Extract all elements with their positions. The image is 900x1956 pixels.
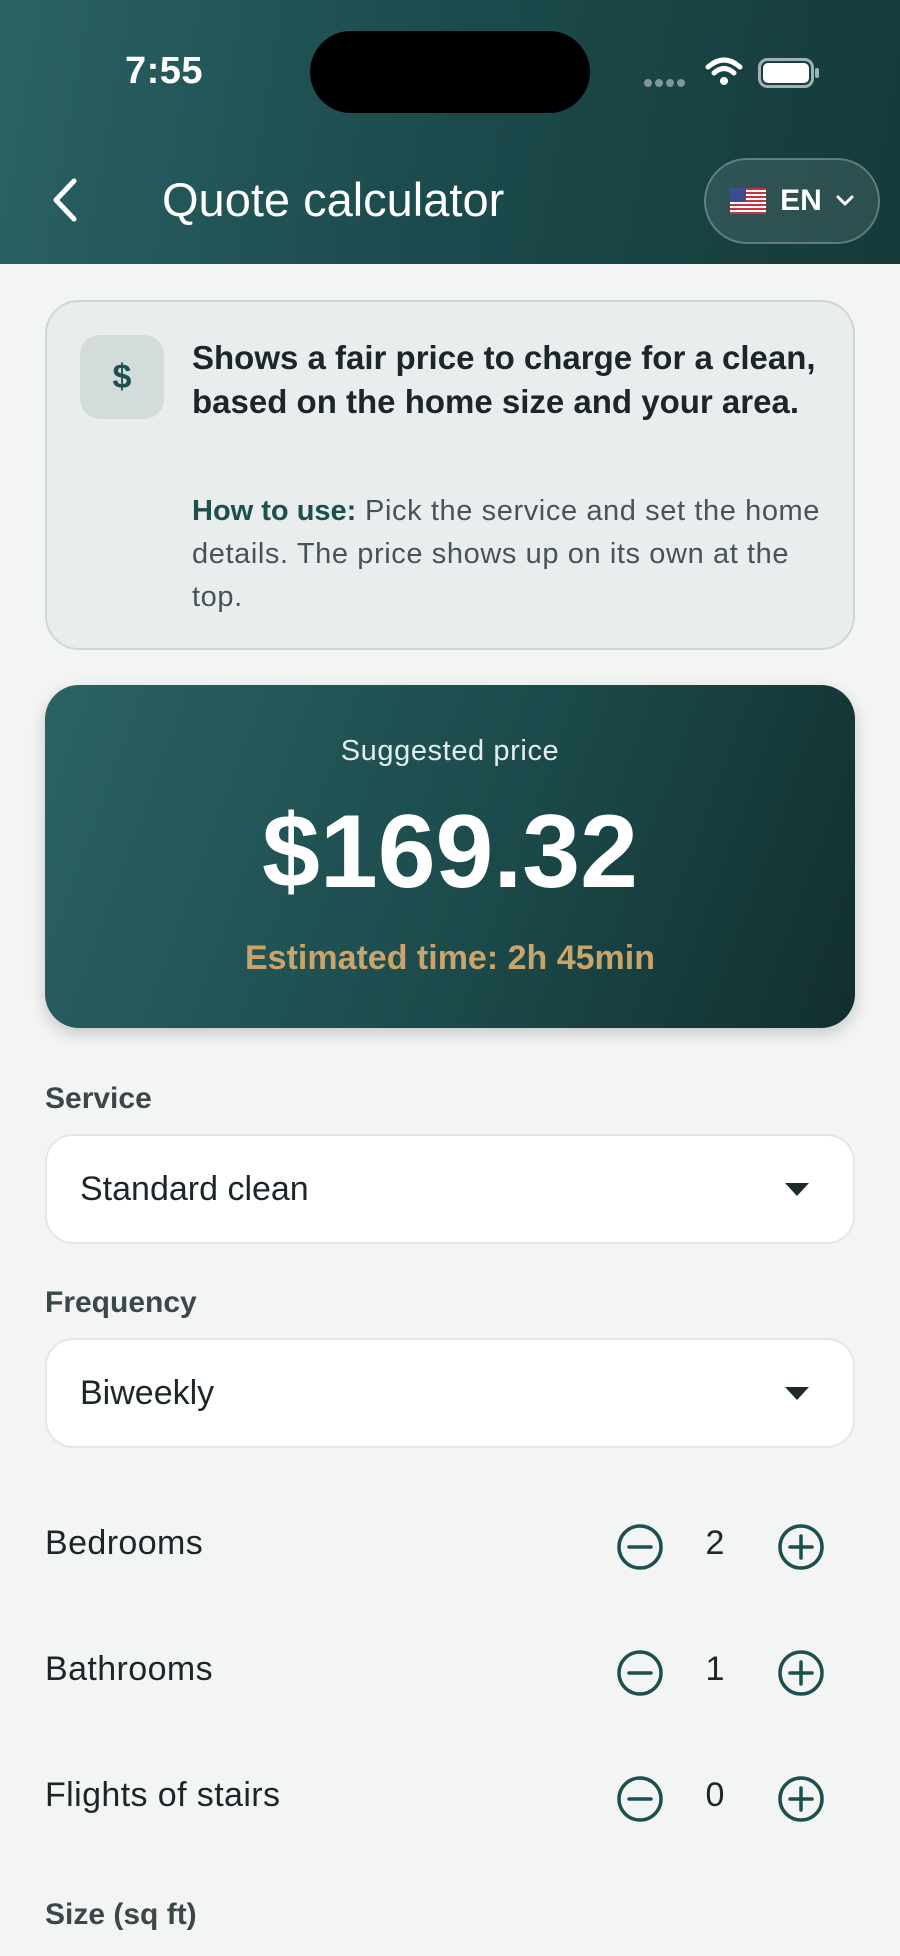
info-description: Shows a fair price to charge for a clean… bbox=[192, 339, 816, 420]
chevron-left-icon bbox=[53, 178, 77, 222]
caret-down-icon bbox=[785, 1183, 809, 1196]
minus-circle-icon[interactable] bbox=[615, 1774, 665, 1824]
back-button[interactable] bbox=[40, 170, 90, 230]
battery-icon bbox=[758, 58, 819, 88]
app-header: 7:55 Quote calculator EN bbox=[0, 0, 900, 264]
plus-circle-icon[interactable] bbox=[776, 1522, 826, 1572]
language-selector[interactable]: EN bbox=[704, 158, 880, 244]
info-howto: How to use: Pick the service and set the… bbox=[192, 490, 822, 619]
stepper-label: Bathrooms bbox=[45, 1650, 214, 1688]
estimated-time: Estimated time: 2h 45min bbox=[244, 939, 655, 977]
service-select[interactable]: Standard clean bbox=[45, 1134, 855, 1244]
frequency-label: Frequency bbox=[45, 1286, 197, 1319]
price-label: Suggested price bbox=[340, 735, 560, 767]
price-value: $169.32 bbox=[262, 794, 638, 910]
wifi-icon bbox=[705, 57, 743, 85]
minus-circle-icon[interactable] bbox=[615, 1522, 665, 1572]
service-label: Service bbox=[45, 1082, 152, 1115]
status-time: 7:55 bbox=[125, 50, 204, 92]
size-label: Size (sq ft) bbox=[45, 1898, 197, 1931]
stepper-bathrooms: Bathrooms 1 bbox=[45, 1638, 855, 1708]
plus-circle-icon[interactable] bbox=[776, 1774, 826, 1824]
stepper-value: 1 bbox=[705, 1650, 725, 1688]
stepper-value: 0 bbox=[705, 1776, 725, 1814]
page-title: Quote calculator bbox=[162, 173, 505, 226]
dollar-icon: $ bbox=[80, 335, 164, 419]
service-value: Standard clean bbox=[80, 1170, 309, 1208]
price-card: Suggested price $169.32 Estimated time: … bbox=[45, 685, 855, 1028]
plus-circle-icon[interactable] bbox=[776, 1648, 826, 1698]
language-label: EN bbox=[780, 184, 822, 217]
stepper-stairs: Flights of stairs 0 bbox=[45, 1764, 855, 1834]
caret-down-icon bbox=[785, 1387, 809, 1400]
dynamic-island bbox=[310, 31, 590, 113]
info-card: $ Shows a fair price to charge for a cle… bbox=[45, 300, 855, 650]
frequency-value: Biweekly bbox=[80, 1374, 215, 1412]
status-icons bbox=[640, 52, 825, 92]
stepper-label: Flights of stairs bbox=[45, 1776, 281, 1814]
minus-circle-icon[interactable] bbox=[615, 1648, 665, 1698]
frequency-select[interactable]: Biweekly bbox=[45, 1338, 855, 1448]
chevron-down-icon bbox=[836, 195, 854, 206]
stepper-label: Bedrooms bbox=[45, 1524, 204, 1562]
howto-label: How to use: bbox=[192, 495, 357, 527]
stepper-bedrooms: Bedrooms 2 bbox=[45, 1512, 855, 1582]
us-flag-icon bbox=[730, 188, 767, 214]
stepper-value: 2 bbox=[705, 1524, 725, 1562]
